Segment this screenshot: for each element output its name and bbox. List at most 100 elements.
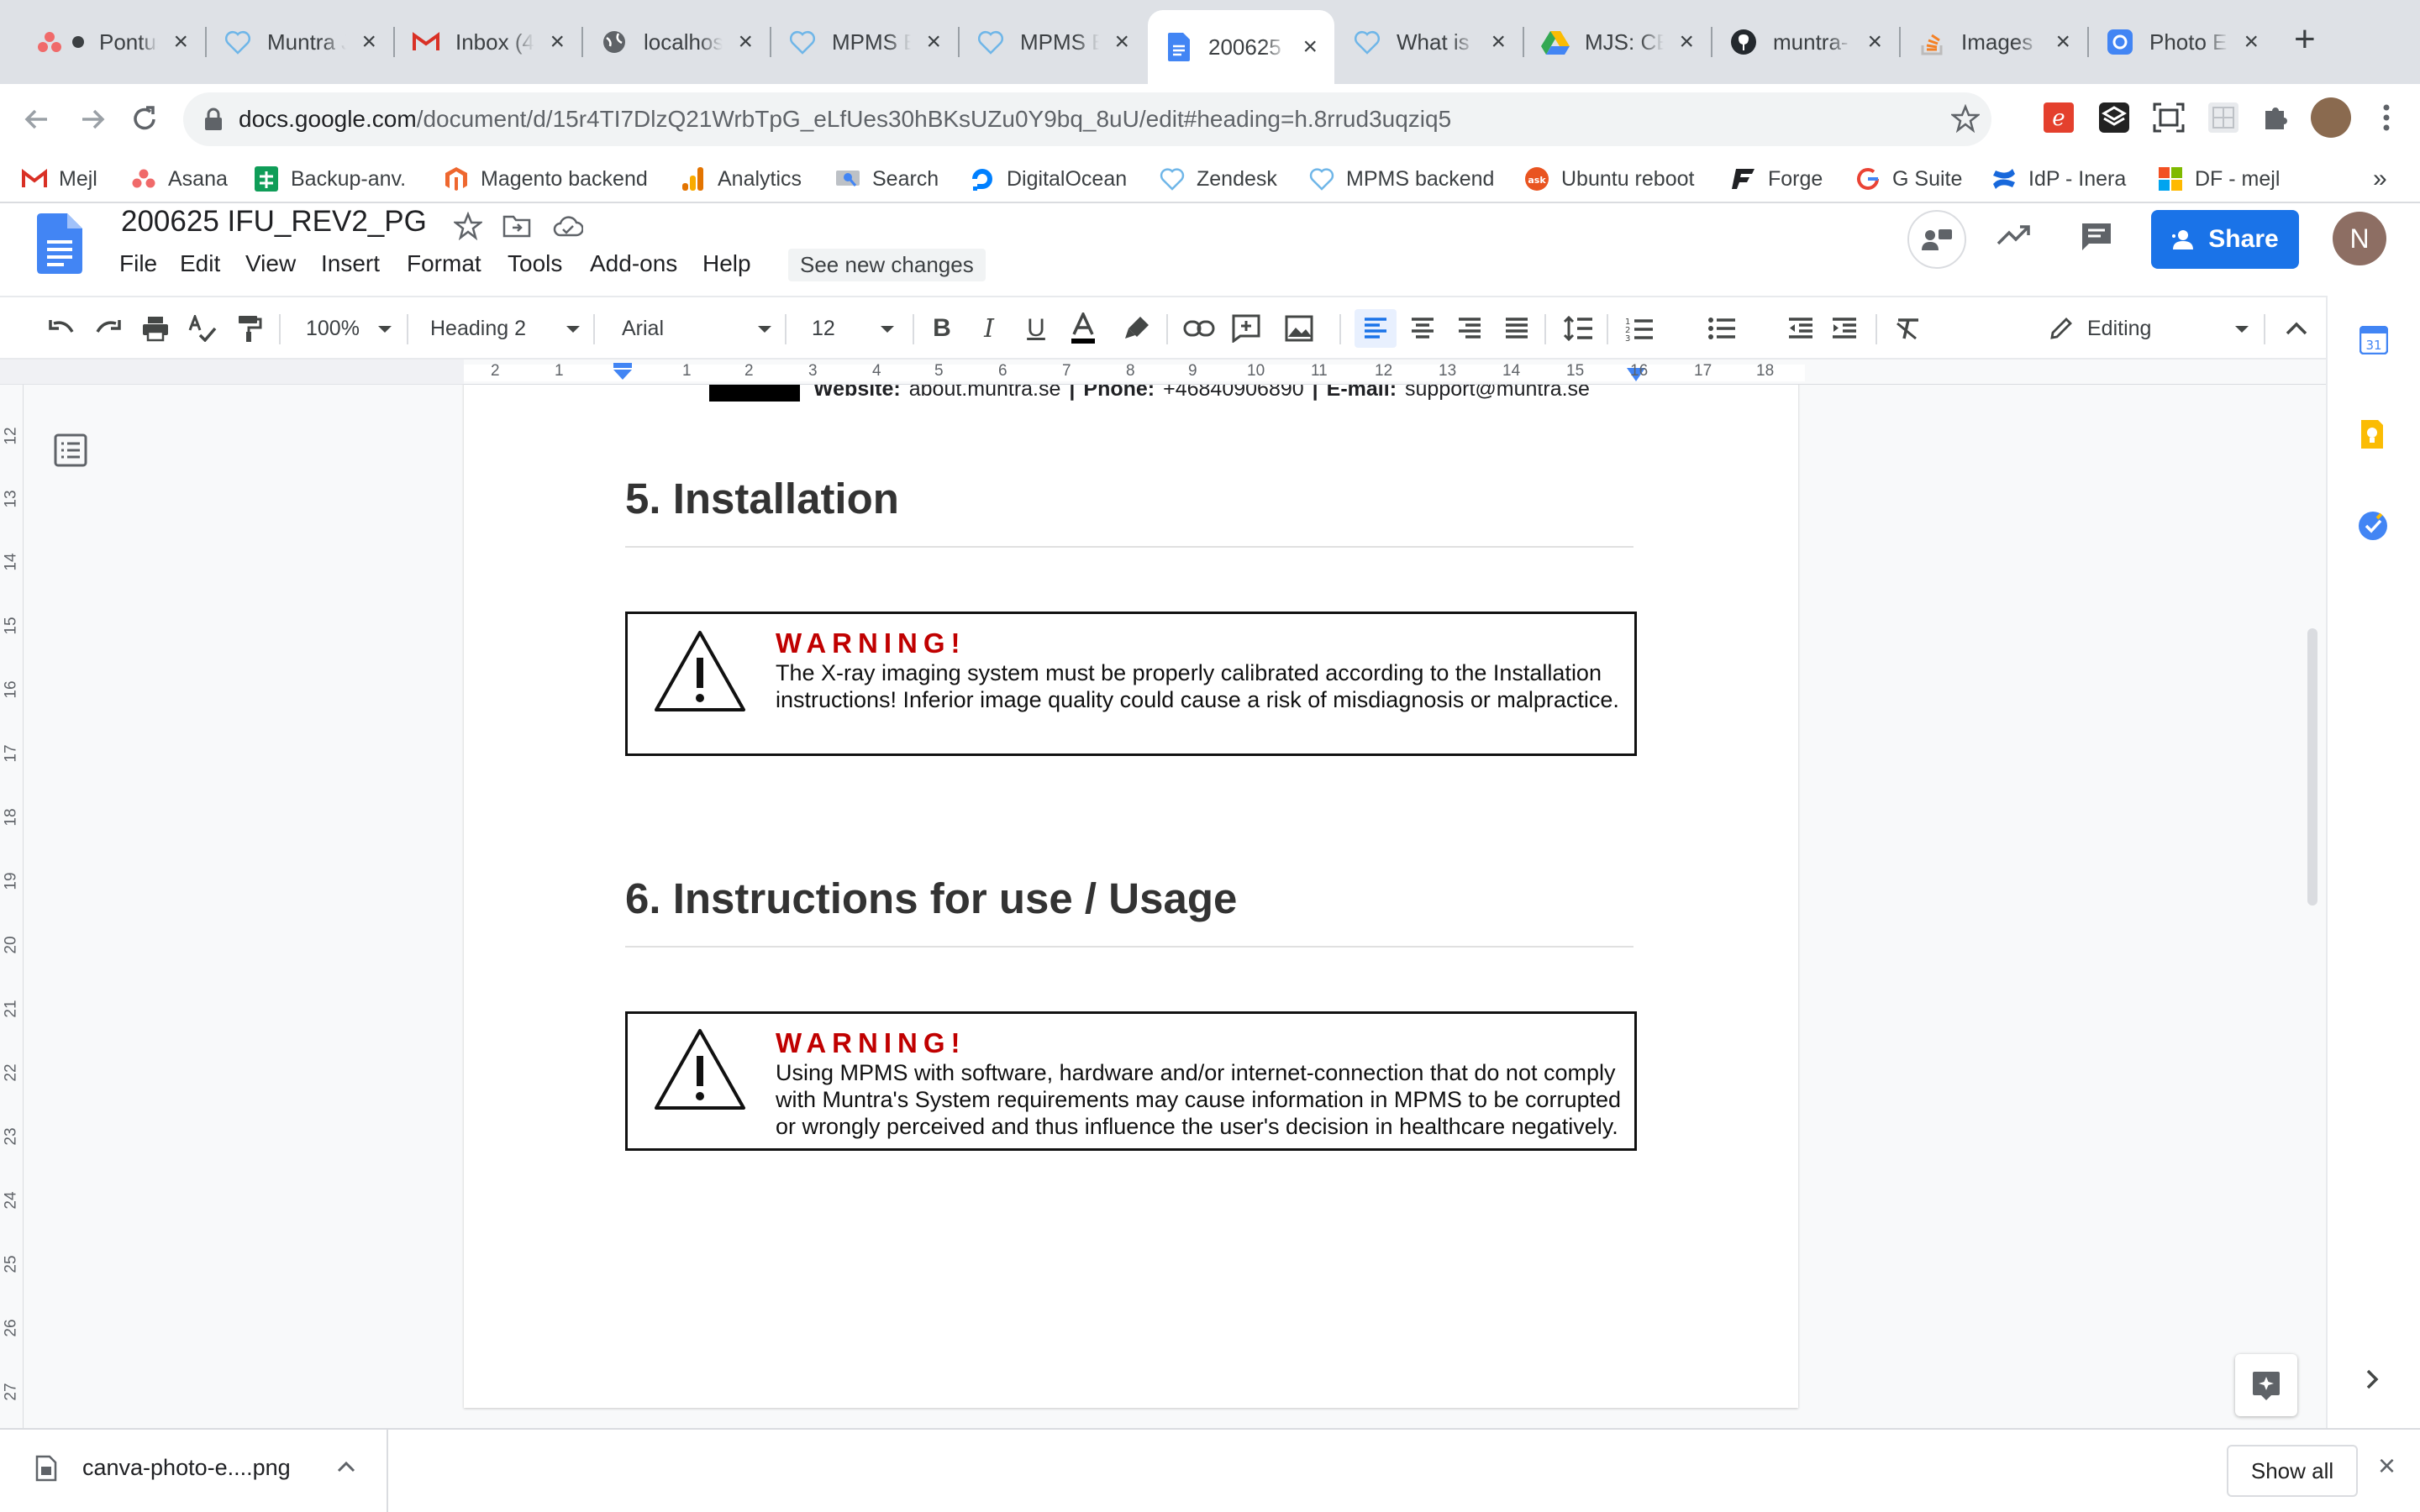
left-indent-marker-icon[interactable] — [612, 363, 634, 381]
profile-avatar[interactable] — [2311, 97, 2351, 138]
browser-tab[interactable]: Photo Ed × — [2089, 12, 2275, 72]
account-avatar[interactable]: N — [2333, 212, 2386, 265]
meet-present-button[interactable] — [1907, 210, 1966, 269]
document-canvas[interactable]: Website: about.muntra.se | Phone: +46840… — [24, 385, 2326, 1428]
extension-layers-icon[interactable] — [2099, 102, 2129, 133]
warning-box-usage[interactable]: WARNING! Using MPMS with software, hardw… — [625, 1011, 1637, 1151]
redo-icon[interactable] — [89, 309, 128, 348]
menu-view[interactable]: View — [245, 250, 296, 277]
highlight-color-icon[interactable] — [1118, 309, 1156, 348]
horizontal-ruler[interactable]: 2 1 1 2 3 4 5 6 7 8 9 10 11 12 13 14 15 … — [0, 360, 2326, 385]
bookmark-digitalocean[interactable]: DigitalOcean — [970, 156, 1127, 202]
browser-tab[interactable]: Pontus × — [18, 12, 205, 72]
bookmark-search[interactable]: Search — [835, 156, 939, 202]
browser-tab[interactable]: MPMS B × — [771, 12, 958, 72]
section-heading-installation[interactable]: 5. Installation — [625, 474, 899, 523]
bookmark-zendesk[interactable]: Zendesk — [1160, 156, 1277, 202]
document-outline-icon[interactable] — [54, 433, 87, 467]
print-icon[interactable] — [136, 309, 175, 348]
bookmark-mejl[interactable]: Mejl — [22, 156, 97, 202]
paragraph-style-select[interactable]: Heading 2 — [430, 309, 581, 348]
bold-icon[interactable]: B — [923, 309, 961, 348]
font-family-select[interactable]: Arial — [622, 309, 773, 348]
browser-tab[interactable]: Muntra J × — [207, 12, 393, 72]
bookmark-backup[interactable]: Backup-anv. — [254, 156, 406, 202]
numbered-list-icon[interactable]: 123 — [1620, 309, 1659, 348]
docs-logo-icon[interactable] — [37, 213, 82, 274]
close-tab-icon[interactable]: × — [361, 28, 376, 56]
keep-icon[interactable] — [2360, 418, 2385, 450]
document-page[interactable]: Website: about.muntra.se | Phone: +46840… — [464, 385, 1798, 1408]
reload-icon[interactable] — [128, 102, 161, 136]
bookmark-gsuite[interactable]: G Suite — [1855, 156, 1962, 202]
menu-help[interactable]: Help — [702, 250, 751, 277]
paint-format-icon[interactable] — [230, 309, 269, 348]
forward-icon[interactable] — [76, 102, 109, 136]
clear-formatting-icon[interactable] — [1889, 309, 1928, 348]
tasks-icon[interactable] — [2358, 511, 2388, 541]
text-color-icon[interactable] — [1064, 309, 1102, 348]
document-title[interactable]: 200625 IFU_REV2_PG — [121, 205, 427, 239]
more-vertical-icon[interactable] — [2381, 102, 2391, 133]
new-tab-button[interactable]: + — [2294, 18, 2316, 60]
star-icon[interactable] — [1951, 104, 1980, 133]
extensions-puzzle-icon[interactable] — [2260, 102, 2291, 133]
close-tab-icon[interactable]: × — [738, 28, 753, 56]
star-icon[interactable] — [454, 212, 482, 240]
increase-indent-icon[interactable] — [1825, 309, 1864, 348]
bookmark-idp-inera[interactable]: IdP - Inera — [1991, 156, 2126, 202]
spellcheck-icon[interactable] — [183, 309, 222, 348]
undo-icon[interactable] — [42, 309, 81, 348]
zoom-select[interactable]: 100% — [306, 309, 398, 348]
close-tab-icon[interactable]: × — [1302, 33, 1318, 61]
menu-insert[interactable]: Insert — [321, 250, 380, 277]
close-tab-icon[interactable]: × — [173, 28, 188, 56]
align-center-icon[interactable] — [1403, 309, 1442, 348]
address-bar[interactable]: docs.google.com/document/d/15r4TI7DlzQ21… — [183, 92, 1991, 146]
font-size-select[interactable]: 12 — [812, 309, 904, 348]
vertical-scrollbar-thumb[interactable] — [2307, 628, 2317, 906]
align-justify-icon[interactable] — [1497, 309, 1536, 348]
menu-format[interactable]: Format — [407, 250, 481, 277]
italic-icon[interactable]: I — [970, 309, 1008, 348]
menu-file[interactable]: File — [119, 250, 157, 277]
calendar-icon[interactable]: 31 — [2360, 326, 2388, 354]
close-tab-icon[interactable]: × — [1114, 28, 1129, 56]
vertical-ruler[interactable]: 12 13 14 15 16 17 18 19 20 21 22 23 24 2… — [0, 385, 24, 1428]
move-folder-icon[interactable] — [502, 213, 531, 239]
bookmark-ubuntu-reboot[interactable]: ask Ubuntu reboot — [1524, 156, 1694, 202]
editing-mode-select[interactable]: Editing — [2049, 309, 2250, 348]
comments-icon[interactable] — [2081, 222, 2112, 252]
close-tab-icon[interactable]: × — [2244, 28, 2259, 56]
close-tab-icon[interactable]: × — [1491, 28, 1506, 56]
browser-tab[interactable]: Images × — [1901, 12, 2087, 72]
back-icon[interactable] — [20, 102, 54, 136]
line-spacing-icon[interactable] — [1560, 309, 1598, 348]
close-tab-icon[interactable]: × — [1679, 28, 1694, 56]
explore-button[interactable] — [2235, 1354, 2297, 1416]
insert-image-icon[interactable] — [1274, 309, 1324, 348]
bookmark-analytics[interactable]: Analytics — [681, 156, 802, 202]
bookmark-df-mejl[interactable]: DF - mejl — [2158, 156, 2280, 202]
share-button[interactable]: Share — [2151, 210, 2299, 269]
add-comment-icon[interactable] — [1227, 309, 1265, 348]
underline-icon[interactable]: U — [1017, 309, 1055, 348]
hide-menus-icon[interactable] — [2277, 309, 2316, 348]
menu-tools[interactable]: Tools — [508, 250, 562, 277]
screenshot-icon[interactable] — [2153, 102, 2185, 133]
chevron-right-icon[interactable] — [2365, 1368, 2380, 1391]
url-text[interactable]: docs.google.com/document/d/15r4TI7DlzQ21… — [239, 92, 1451, 146]
warning-box-installation[interactable]: WARNING! The X-ray imaging system must b… — [625, 612, 1637, 756]
bookmark-magento[interactable]: Magento backend — [444, 156, 648, 202]
menu-edit[interactable]: Edit — [180, 250, 220, 277]
bookmark-mpms-backend[interactable]: MPMS backend — [1309, 156, 1494, 202]
activity-trend-icon[interactable] — [1996, 223, 2032, 247]
close-tab-icon[interactable]: × — [1867, 28, 1882, 56]
close-tab-icon[interactable]: × — [926, 28, 941, 56]
close-tab-icon[interactable]: × — [550, 28, 565, 56]
insert-link-icon[interactable] — [1180, 309, 1218, 348]
browser-tab[interactable]: muntra- × — [1712, 12, 1899, 72]
bookmarks-overflow-button[interactable]: » — [2373, 156, 2387, 202]
lock-icon[interactable] — [203, 108, 224, 131]
close-download-bar-icon[interactable]: × — [2378, 1448, 2396, 1483]
